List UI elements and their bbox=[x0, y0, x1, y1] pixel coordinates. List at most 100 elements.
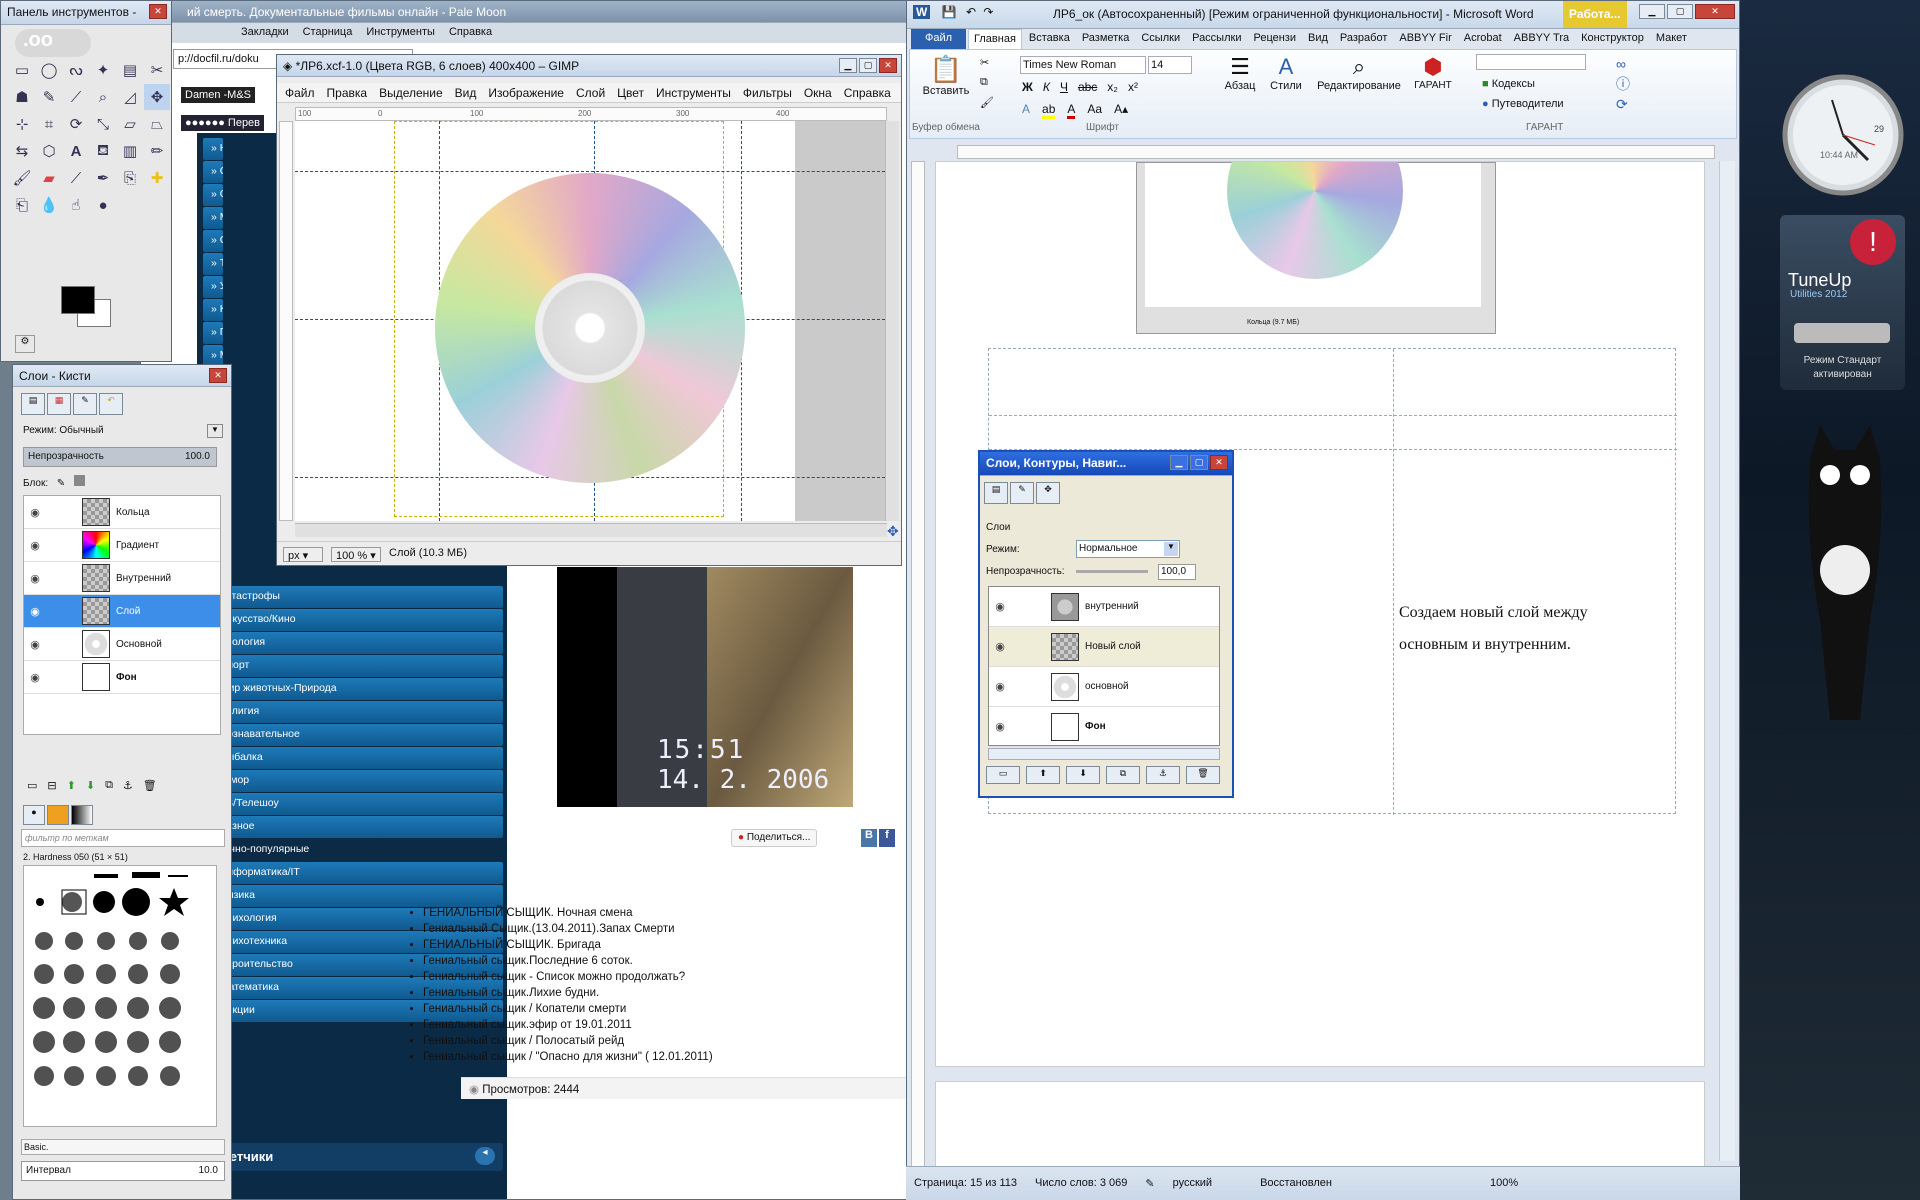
sidebar-item-it[interactable]: » Информатика/IT bbox=[203, 862, 503, 884]
tab-abbyy-transformer[interactable]: ABBYY Tra bbox=[1509, 29, 1574, 49]
sidebar-item-religion[interactable]: » Религия bbox=[203, 701, 503, 723]
refresh-icon[interactable]: ⟳ bbox=[1616, 94, 1630, 114]
navigate-icon[interactable]: ✥ bbox=[887, 523, 899, 540]
layers-dialog[interactable]: Слои, Контуры, Навиг... ▁ ▢ ✕ ▤ ✎ ✥ Слои… bbox=[978, 450, 1234, 798]
related-link[interactable]: Гениальный сыщик - Список можно продолжа… bbox=[423, 969, 713, 985]
gimp-menu-filters[interactable]: Фильтры bbox=[743, 86, 792, 100]
layer-row-inner[interactable]: ◉ Внутренний bbox=[24, 562, 220, 595]
raise-layer-icon[interactable]: ⬆ bbox=[1026, 766, 1060, 784]
highlight-icon[interactable]: ab bbox=[1042, 102, 1056, 119]
dialog-maximize-button[interactable]: ▢ bbox=[1190, 455, 1208, 470]
blend-icon[interactable]: ▥ bbox=[117, 138, 143, 164]
gimp-close-button[interactable]: ✕ bbox=[879, 58, 897, 73]
gimp-canvas[interactable] bbox=[295, 121, 885, 521]
tuneup-mode-switch[interactable] bbox=[1794, 323, 1890, 343]
dialog-layer-main[interactable]: ◉ основной bbox=[989, 667, 1219, 707]
vk-icon[interactable]: В bbox=[861, 829, 877, 847]
word-minimize-button[interactable]: ▁ bbox=[1639, 4, 1665, 19]
sidebar-item[interactable]: » Н bbox=[203, 138, 223, 160]
dialog-layer-new[interactable]: ◉ Новый слой bbox=[989, 627, 1219, 667]
bold-icon[interactable]: Ж bbox=[1022, 80, 1033, 94]
delete-layer-icon[interactable]: 🗑 bbox=[143, 779, 157, 792]
palemoon-menu-page[interactable]: Старница bbox=[303, 26, 353, 40]
lower-layer-icon[interactable]: ⬇ bbox=[1066, 766, 1100, 784]
visibility-eye-icon[interactable]: ◉ bbox=[24, 638, 46, 651]
styles-button[interactable]: A Стили bbox=[1266, 54, 1306, 92]
related-link[interactable]: ГЕНИАЛЬНЫЙ СЫЩИК. Бригада bbox=[423, 937, 713, 953]
dialog-minimize-button[interactable]: ▁ bbox=[1170, 455, 1188, 470]
sidebar-item-cognitive[interactable]: » Познавательное bbox=[203, 724, 503, 746]
subscript-icon[interactable]: x₂ bbox=[1107, 80, 1118, 94]
tuneup-gadget[interactable]: ! TuneUp Utilities 2012 Режим Стандарт а… bbox=[1780, 215, 1905, 390]
perspective-icon[interactable]: ⏢ bbox=[144, 111, 170, 137]
table-cell-text[interactable]: Создаем новый слой между основным и внут… bbox=[1399, 597, 1588, 661]
layers-opacity-value[interactable]: 100,0 bbox=[1158, 564, 1196, 580]
related-link[interactable]: Гениальный Сыщик.(13.04.2011).Запах Смер… bbox=[423, 921, 713, 937]
dialog-layer-background[interactable]: ◉ Фон bbox=[989, 707, 1219, 747]
sidebar-item[interactable]: » С bbox=[203, 184, 223, 206]
toolbox-close-button[interactable]: ✕ bbox=[149, 4, 167, 19]
copy-icon[interactable]: ⧉ bbox=[980, 76, 988, 89]
related-link[interactable]: Гениальный сыщик / Копатели смерти bbox=[423, 1001, 713, 1017]
gimp-menu-image[interactable]: Изображение bbox=[488, 86, 564, 100]
word-vscroll[interactable] bbox=[1719, 161, 1735, 1161]
sidebar-item-fishing[interactable]: » Рыбалка bbox=[203, 747, 503, 769]
tab-references[interactable]: Ссылки bbox=[1136, 29, 1185, 49]
eraser-icon[interactable]: ▰ bbox=[36, 165, 62, 191]
font-size-select[interactable]: 14 bbox=[1148, 56, 1192, 74]
word-close-button[interactable]: ✕ bbox=[1695, 4, 1735, 19]
sidebar-item-misc[interactable]: » Разное bbox=[203, 816, 503, 838]
lasso-icon[interactable]: ᔓ bbox=[63, 57, 89, 83]
change-case-icon[interactable]: Aa bbox=[1087, 102, 1102, 119]
gimp-menu-tools[interactable]: Инструменты bbox=[656, 86, 731, 100]
duplicate-layer-icon[interactable]: ⧉ bbox=[1106, 766, 1140, 784]
rect-select-icon[interactable]: ▭ bbox=[9, 57, 35, 83]
crop-icon[interactable]: ⌗ bbox=[36, 111, 62, 137]
toolbox-config-icon[interactable]: ⚙ bbox=[15, 335, 35, 353]
gimp-menu-select[interactable]: Выделение bbox=[379, 86, 443, 100]
facebook-icon[interactable]: f bbox=[879, 829, 895, 847]
gimp-menu-view[interactable]: Вид bbox=[455, 86, 477, 100]
rotate-icon[interactable]: ⟳ bbox=[63, 111, 89, 137]
tab-design[interactable]: Конструктор bbox=[1576, 29, 1649, 49]
gimp-minimize-button[interactable]: ▁ bbox=[839, 58, 857, 73]
shear-icon[interactable]: ▱ bbox=[117, 111, 143, 137]
gradients-tab-icon[interactable] bbox=[71, 805, 93, 825]
related-link[interactable]: Гениальный сыщик.Лихие будни. bbox=[423, 985, 713, 1001]
tag-filter-input[interactable]: фильтр по меткам bbox=[21, 829, 225, 847]
zoom-icon[interactable]: ⌕ bbox=[90, 84, 116, 110]
layers-tab-icon[interactable]: ▤ bbox=[984, 482, 1008, 504]
heal-icon[interactable]: ✚ bbox=[144, 165, 170, 191]
gimp-image-window[interactable]: ◈ *ЛР6.xcf-1.0 (Цвета RGB, 6 слоев) 400x… bbox=[276, 54, 902, 566]
visibility-eye-icon[interactable]: ◉ bbox=[989, 600, 1011, 613]
new-group-icon[interactable]: ⊟ bbox=[47, 779, 56, 792]
gimp-menu-layer[interactable]: Слой bbox=[576, 86, 605, 100]
sidebar-item-physics[interactable]: » Физика bbox=[203, 885, 503, 907]
dialog-layer-inner[interactable]: ◉ внутренний bbox=[989, 587, 1219, 627]
dialog-close-button[interactable]: ✕ bbox=[1210, 455, 1228, 470]
opacity-slider[interactable]: Непрозрачность 100.0 bbox=[23, 447, 217, 467]
layers-brushes-dock[interactable]: Слои - Кисти ✕ ▤ ▦ ✎ ↶ Режим: Обычный ▼ … bbox=[12, 364, 232, 1200]
layer-row-layer[interactable]: ◉ Слой bbox=[24, 595, 220, 628]
format-painter-icon[interactable]: 🖌 bbox=[980, 96, 994, 109]
spacing-slider[interactable]: Интервал 10.0 bbox=[21, 1161, 225, 1181]
palemoon-menu-tools[interactable]: Инструменты bbox=[366, 26, 435, 40]
layer-row-gradient[interactable]: ◉ Градиент bbox=[24, 529, 220, 562]
video-player[interactable]: 15:51 14. 2. 2006 bbox=[557, 567, 853, 807]
grow-font-icon[interactable]: A▴ bbox=[1114, 102, 1128, 119]
gimp-menu-edit[interactable]: Правка bbox=[327, 86, 368, 100]
measure-icon[interactable]: ◿ bbox=[117, 84, 143, 110]
related-link[interactable]: Гениальный сыщик.эфир от 19.01.2011 bbox=[423, 1017, 713, 1033]
raise-layer-icon[interactable]: ⬆ bbox=[67, 779, 76, 792]
dodge-burn-icon[interactable]: ● bbox=[90, 192, 116, 218]
channels-tab-icon[interactable]: ▦ bbox=[47, 393, 71, 415]
sidebar-item-catastrophes[interactable]: » Катастрофы bbox=[203, 586, 503, 608]
scissors-icon[interactable]: ✂ bbox=[144, 57, 170, 83]
visibility-eye-icon[interactable]: ◉ bbox=[24, 506, 46, 519]
blur-icon[interactable]: 💧 bbox=[36, 192, 62, 218]
sidebar-item[interactable]: » У bbox=[203, 276, 223, 298]
undo-tab-icon[interactable]: ↶ bbox=[99, 393, 123, 415]
layer-row-rings[interactable]: ◉ Кольца bbox=[24, 496, 220, 529]
superscript-icon[interactable]: x² bbox=[1128, 80, 1138, 94]
gimp-maximize-button[interactable]: ▢ bbox=[859, 58, 877, 73]
